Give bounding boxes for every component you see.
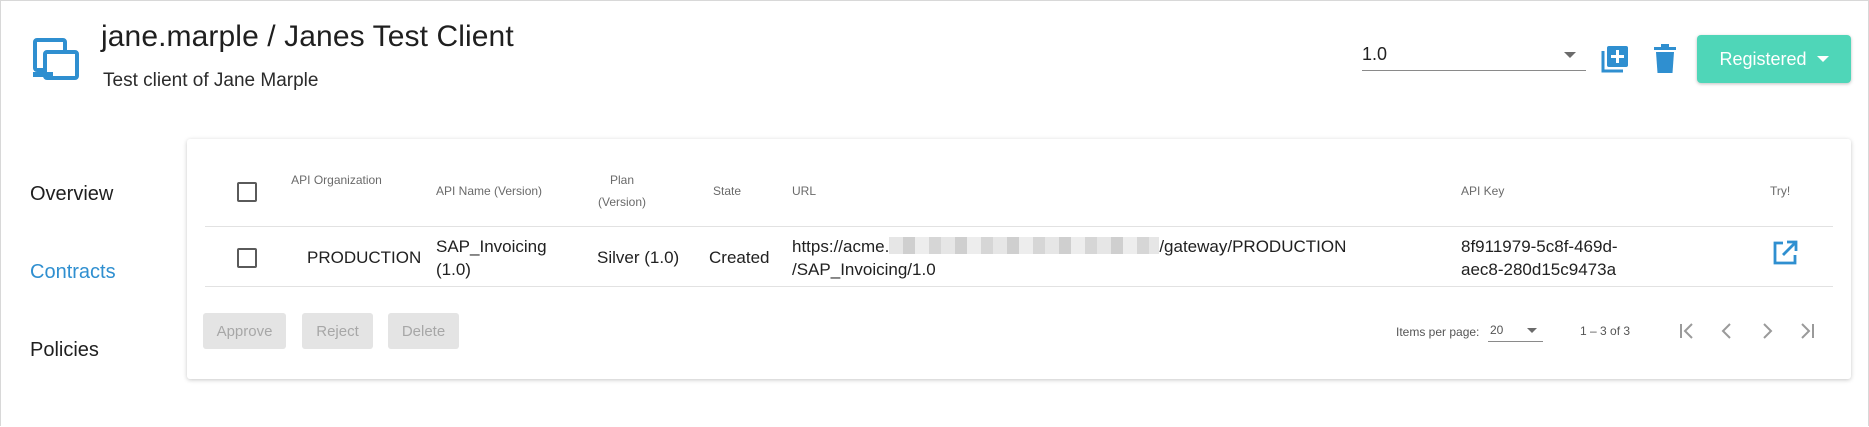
cell-api-name: SAP_Invoicing (1.0) <box>436 237 547 279</box>
status-dropdown-button[interactable]: Registered <box>1697 35 1851 83</box>
devices-icon <box>33 38 79 80</box>
reject-button[interactable]: Reject <box>302 313 373 349</box>
select-all-checkbox[interactable] <box>237 182 257 202</box>
version-value: 1.0 <box>1362 44 1388 64</box>
items-per-page-value: 20 <box>1490 323 1504 337</box>
header-api-key[interactable]: API Key <box>1461 180 1504 202</box>
items-per-page-select[interactable]: 20 <box>1488 319 1543 342</box>
row-checkbox[interactable] <box>237 248 257 268</box>
client-title: jane.marple / Janes Test Client <box>101 20 514 53</box>
header-api-name[interactable]: API Name (Version) <box>436 180 542 202</box>
url-suffix: /gateway/PRODUCTION <box>1159 237 1347 256</box>
header-api-organization[interactable]: API Organization <box>289 169 384 191</box>
cell-state: Created <box>709 248 770 267</box>
nav-item-policies[interactable]: Policies <box>30 339 99 362</box>
status-label: Registered <box>1719 48 1807 69</box>
contracts-card: API Organization API Name (Version) Plan… <box>187 139 1851 379</box>
cell-api-organization: PRODUCTION <box>307 248 422 267</box>
last-page-icon[interactable] <box>1795 319 1819 343</box>
api-key-line2: aec8-280d15c9473a <box>1461 260 1617 279</box>
header-try: Try! <box>1770 184 1791 198</box>
cell-api-key: 8f911979-5c8f-469d- aec8-280d15c9473a <box>1461 235 1618 281</box>
approve-button[interactable]: Approve <box>203 313 286 349</box>
items-per-page-label: Items per page: <box>1396 325 1480 339</box>
url-prefix: https://acme. <box>792 237 890 256</box>
trash-icon[interactable] <box>1653 44 1677 74</box>
previous-page-icon[interactable] <box>1715 319 1739 343</box>
version-select[interactable]: 1.0 <box>1362 40 1586 71</box>
url-line2: /SAP_Invoicing/1.0 <box>792 260 936 279</box>
nav-item-overview[interactable]: Overview <box>30 183 113 206</box>
header-url[interactable]: URL <box>792 180 816 202</box>
first-page-icon[interactable] <box>1675 319 1699 343</box>
row-divider <box>205 286 1833 287</box>
open-in-new-icon[interactable] <box>1772 240 1798 266</box>
client-description: Test client of Jane Marple <box>103 70 319 91</box>
caret-down-icon <box>1816 56 1829 62</box>
chevron-down-icon <box>1564 52 1576 58</box>
cell-plan: Silver (1.0) <box>597 248 680 267</box>
cell-url: https://acme. /gateway/PRODUCTION /SAP_In… <box>792 235 1346 281</box>
nav-item-contracts[interactable]: Contracts <box>30 261 116 284</box>
header-state[interactable]: State <box>713 180 741 202</box>
page-range: 1 – 3 of 3 <box>1580 324 1631 338</box>
redacted-host <box>889 237 1160 254</box>
delete-button[interactable]: Delete <box>388 313 459 349</box>
chevron-down-icon <box>1527 328 1537 333</box>
library-add-icon[interactable] <box>1600 44 1630 74</box>
api-key-line1: 8f911979-5c8f-469d- <box>1461 237 1618 256</box>
header-plan[interactable]: Plan (Version) <box>592 169 652 213</box>
header-divider <box>205 226 1833 227</box>
next-page-icon[interactable] <box>1755 319 1779 343</box>
